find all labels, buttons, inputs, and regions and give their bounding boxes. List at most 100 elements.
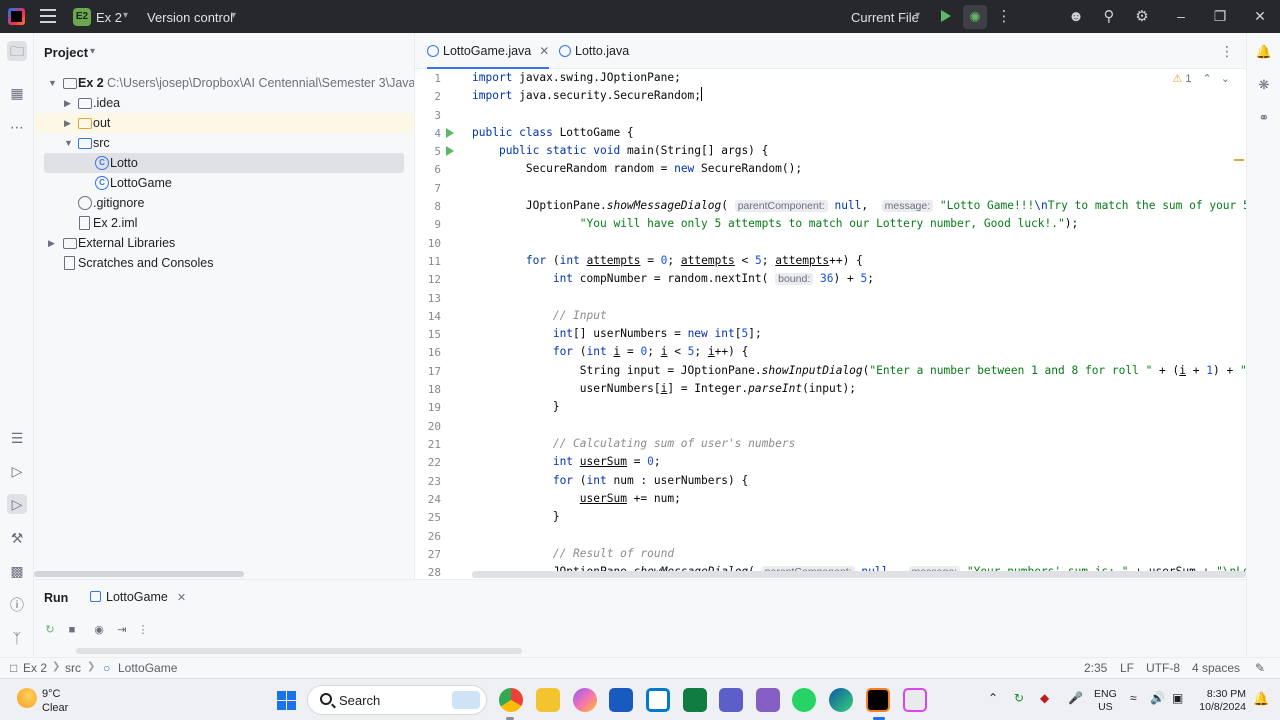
search-icon[interactable]: ⚲ (1100, 8, 1118, 26)
tree-item-out[interactable]: ▶ out (34, 113, 414, 133)
weather-temperature[interactable]: 9°C (42, 688, 60, 700)
chevron-up-icon[interactable]: ⌃ (1203, 73, 1212, 85)
editor-horizontal-scrollbar[interactable] (472, 571, 1246, 578)
sync-icon[interactable]: ↻ (1014, 691, 1024, 705)
more-options-icon[interactable]: ⋮ (135, 622, 151, 638)
terminal-icon[interactable]: ▩ (7, 561, 27, 581)
project-folder-icon[interactable]: 🗀 (7, 41, 27, 61)
breadcrumb-ex2[interactable]: Ex 2 (23, 661, 47, 675)
chevron-down-icon[interactable]: ▾ (915, 10, 920, 21)
inspection-widget[interactable]: ⚠ 1 ⌃ ⌄ (1172, 72, 1230, 85)
git-icon[interactable]: ᛉ (7, 628, 27, 648)
intellij-logo-icon[interactable] (8, 8, 25, 25)
screenshot-icon[interactable]: ◉ (91, 622, 107, 638)
tab-lottogame[interactable]: LottoGame.java ✕ (427, 33, 549, 69)
debug-icon[interactable]: ✺ (963, 5, 987, 29)
tree-item-external-libraries[interactable]: ▶ External Libraries (34, 233, 414, 253)
file-explorer-icon[interactable] (536, 688, 560, 712)
weather-moon-icon[interactable] (17, 688, 37, 708)
horizontal-scrollbar[interactable] (34, 571, 244, 577)
wifi-icon[interactable]: ≈ (1130, 691, 1137, 705)
maximize-icon[interactable]: ❐ (1210, 8, 1230, 25)
warning-stripe-marker[interactable] (1234, 159, 1244, 161)
whatsapp-icon[interactable] (792, 688, 816, 712)
tray-app-icon[interactable]: ◆ (1040, 691, 1049, 705)
tree-item-src[interactable]: ▼ src (34, 133, 414, 153)
export-icon[interactable]: ⇥ (114, 622, 130, 638)
build-hammer-icon[interactable]: ⚒ (7, 528, 27, 548)
tree-item-idea[interactable]: ▶ .idea (34, 93, 414, 113)
excel-icon[interactable] (683, 688, 707, 712)
edge-icon[interactable] (829, 688, 853, 712)
word-icon[interactable] (609, 688, 633, 712)
breadcrumb-lottogame[interactable]: LottoGame (118, 661, 177, 675)
vscode-icon[interactable] (646, 688, 670, 712)
more-actions-icon[interactable]: ⋮ (995, 8, 1013, 26)
tree-item-lottogame[interactable]: C LottoGame (34, 173, 414, 193)
tree-item-scratches[interactable]: Scratches and Consoles (34, 253, 414, 273)
run-gutter-icon[interactable] (446, 146, 454, 156)
breadcrumb-src[interactable]: src (65, 661, 81, 675)
main-menu-icon[interactable] (40, 9, 56, 23)
stop-icon[interactable]: ■ (64, 622, 80, 638)
system-clock[interactable]: 8:30 PM 10/8/2024 (1198, 688, 1246, 714)
indent-setting[interactable]: 4 spaces (1192, 661, 1240, 675)
battery-icon[interactable]: ▣ (1172, 691, 1183, 705)
more-tools-icon[interactable]: ⋯ (7, 117, 27, 137)
ai-assistant-icon[interactable]: ❋ (1255, 76, 1273, 94)
structure-icon[interactable]: ▦ (7, 83, 27, 103)
copilot-icon[interactable] (573, 688, 597, 712)
chrome-icon[interactable] (499, 688, 523, 712)
teams-icon[interactable] (719, 688, 743, 712)
caret-position[interactable]: 2:35 (1084, 661, 1107, 675)
windows-start-icon[interactable] (277, 691, 296, 710)
settings-gear-icon[interactable]: ⚙ (1133, 8, 1151, 26)
minimize-icon[interactable]: – (1171, 8, 1191, 24)
run-config-selector[interactable]: Current File (851, 10, 919, 25)
tab-lotto[interactable]: Lotto.java (559, 33, 629, 69)
close-tab-icon[interactable]: ✕ (539, 44, 549, 58)
tray-overflow-chevron-icon[interactable]: ⌃ (988, 691, 998, 705)
services-icon[interactable]: ▷ (7, 461, 27, 481)
tree-item-gitignore[interactable]: .gitignore (34, 193, 414, 213)
read-only-lock-icon[interactable]: ✎ (1255, 661, 1265, 675)
taskbar-search[interactable]: Search (307, 685, 487, 715)
expand-chevron-icon[interactable]: ▶ (48, 233, 55, 253)
copilot-icon[interactable]: ⚭ (1255, 109, 1273, 127)
project-name[interactable]: Ex 2 (96, 10, 122, 25)
visual-studio-icon[interactable] (756, 688, 780, 712)
tree-item-lotto[interactable]: C Lotto (44, 153, 404, 173)
run-gutter-icon[interactable] (446, 128, 454, 138)
run-horizontal-scrollbar[interactable] (76, 648, 522, 654)
chevron-down-icon[interactable]: ▾ (123, 10, 128, 21)
close-tab-icon[interactable]: ✕ (177, 592, 186, 604)
code-with-me-icon[interactable]: ☻ (1067, 8, 1085, 26)
expand-chevron-icon[interactable]: ▼ (64, 133, 73, 153)
rerun-icon[interactable]: ↻ (42, 622, 58, 638)
expand-chevron-icon[interactable]: ▶ (64, 93, 71, 113)
run-icon[interactable] (941, 10, 951, 22)
problems-icon[interactable]: ⓘ (7, 595, 27, 615)
expand-chevron-icon[interactable]: ▶ (64, 113, 71, 133)
run-panel-title[interactable]: Run (44, 591, 68, 605)
run-tool-icon[interactable]: ▷ (7, 494, 27, 514)
line-separator[interactable]: LF (1120, 661, 1134, 675)
weather-condition[interactable]: Clear (42, 702, 68, 714)
file-encoding[interactable]: UTF-8 (1146, 661, 1180, 675)
intellij-taskbar-icon[interactable] (866, 688, 890, 712)
project-badge[interactable]: E2 (73, 8, 91, 26)
run-tab-lottogame[interactable]: LottoGame ✕ (90, 590, 186, 604)
code-editor[interactable]: ⚠ 1 ⌃ ⌄ 1 2 3 4 5 6 7 8 9 10 11 12 13 14 15 16 17 18 19 20 2… (415, 69, 1246, 579)
volume-icon[interactable]: 🔊 (1150, 691, 1165, 705)
microphone-icon[interactable]: 🎤 (1068, 691, 1083, 705)
chevron-down-icon[interactable]: ⌄ (1221, 73, 1230, 85)
layers-icon[interactable]: ☰ (7, 428, 27, 448)
chevron-down-icon[interactable]: ▾ (231, 10, 236, 21)
close-icon[interactable]: ✕ (1250, 8, 1270, 25)
more-tabs-icon[interactable]: ⋮ (1220, 43, 1234, 60)
chevron-down-icon[interactable]: ▾ (90, 46, 95, 57)
notifications-bell-icon[interactable]: 🔔 (1255, 43, 1273, 61)
project-panel-title[interactable]: Project (44, 45, 88, 60)
version-control-menu[interactable]: Version control (147, 10, 233, 25)
tree-item-iml[interactable]: Ex 2.iml (34, 213, 414, 233)
